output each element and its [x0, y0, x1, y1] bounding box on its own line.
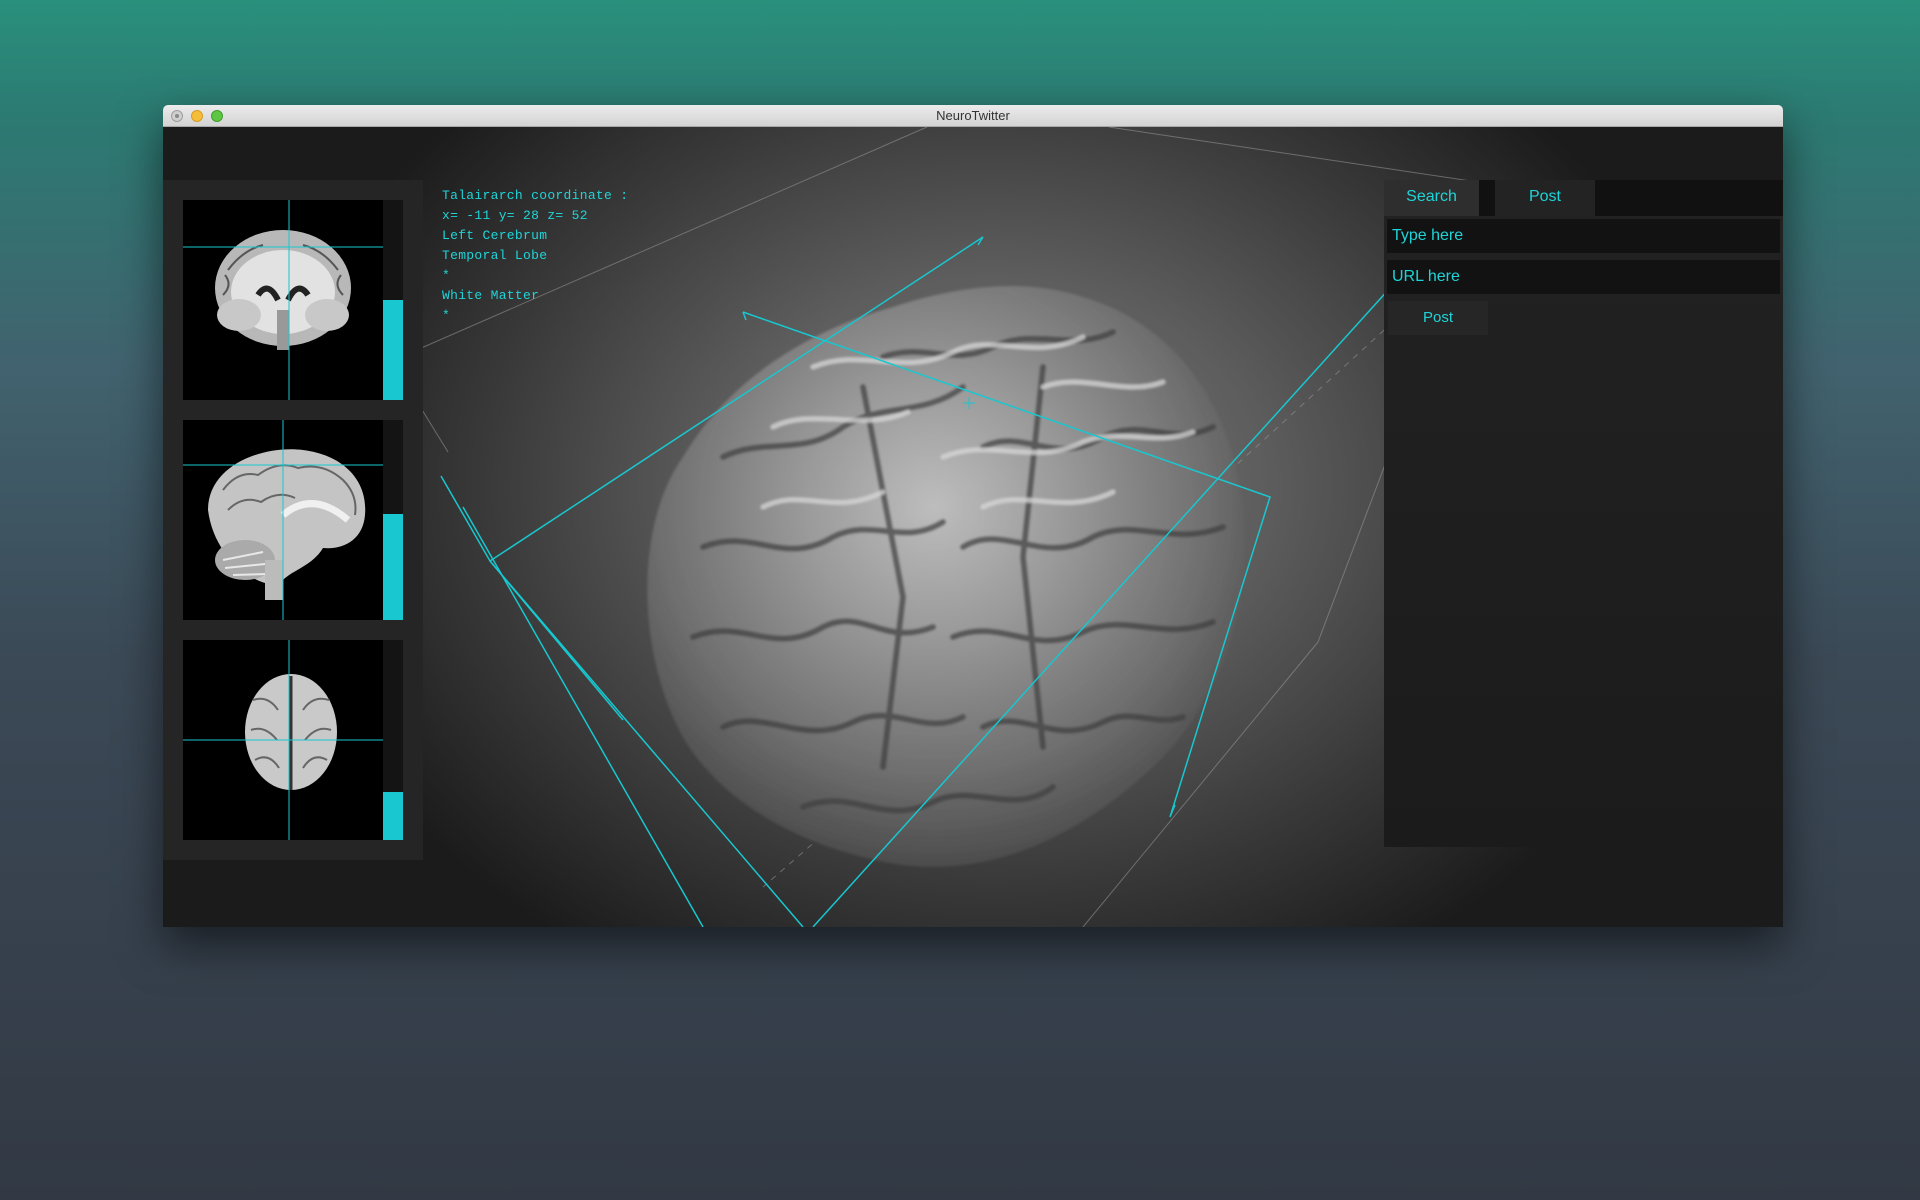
post-button[interactable]: Post: [1388, 301, 1488, 335]
coronal-slice-slider[interactable]: [383, 200, 403, 400]
post-text-input[interactable]: [1387, 219, 1780, 253]
coronal-slider-fill: [383, 300, 403, 400]
3d-brain-viewport[interactable]: Talairarch coordinate : x= -11 y= 28 z= …: [163, 127, 1783, 927]
tab-bar: Search Post: [1384, 180, 1783, 216]
coordinate-heading: Talairarch coordinate :: [442, 188, 629, 203]
region-hemisphere: Left Cerebrum: [442, 228, 548, 243]
region-gyrus: *: [442, 268, 451, 283]
region-lobe: Temporal Lobe: [442, 248, 548, 263]
sagittal-slice-view[interactable]: [183, 420, 383, 620]
coronal-slice-view[interactable]: [183, 200, 383, 400]
window-title: NeuroTwitter: [936, 108, 1010, 123]
app-window: NeuroTwitter Talairarch coordinate: x= …: [163, 105, 1783, 927]
sagittal-brain-image: [208, 449, 366, 600]
post-panel: Search Post Post: [1384, 180, 1783, 847]
tab-search[interactable]: Search: [1384, 180, 1479, 216]
region-tissue: White Matter: [442, 288, 540, 303]
title-bar: NeuroTwitter: [163, 105, 1783, 127]
axial-slice-view[interactable]: [183, 640, 383, 840]
coordinate-values: x= -11 y= 28 z= 52: [442, 208, 588, 223]
post-url-input[interactable]: [1387, 260, 1780, 294]
sagittal-slice-slider[interactable]: [383, 420, 403, 620]
axial-slice-slider[interactable]: [383, 640, 403, 840]
sagittal-slider-fill: [383, 514, 403, 620]
region-cell-type: *: [442, 308, 451, 323]
axial-slider-fill: [383, 792, 403, 840]
coronal-brain-image: [215, 230, 351, 350]
coordinate-info: Talairarch coordinate : x= -11 y= 28 z= …: [442, 186, 628, 326]
axial-brain-image: [245, 674, 337, 790]
tab-post[interactable]: Post: [1495, 180, 1595, 216]
slice-views-panel: [163, 180, 423, 860]
